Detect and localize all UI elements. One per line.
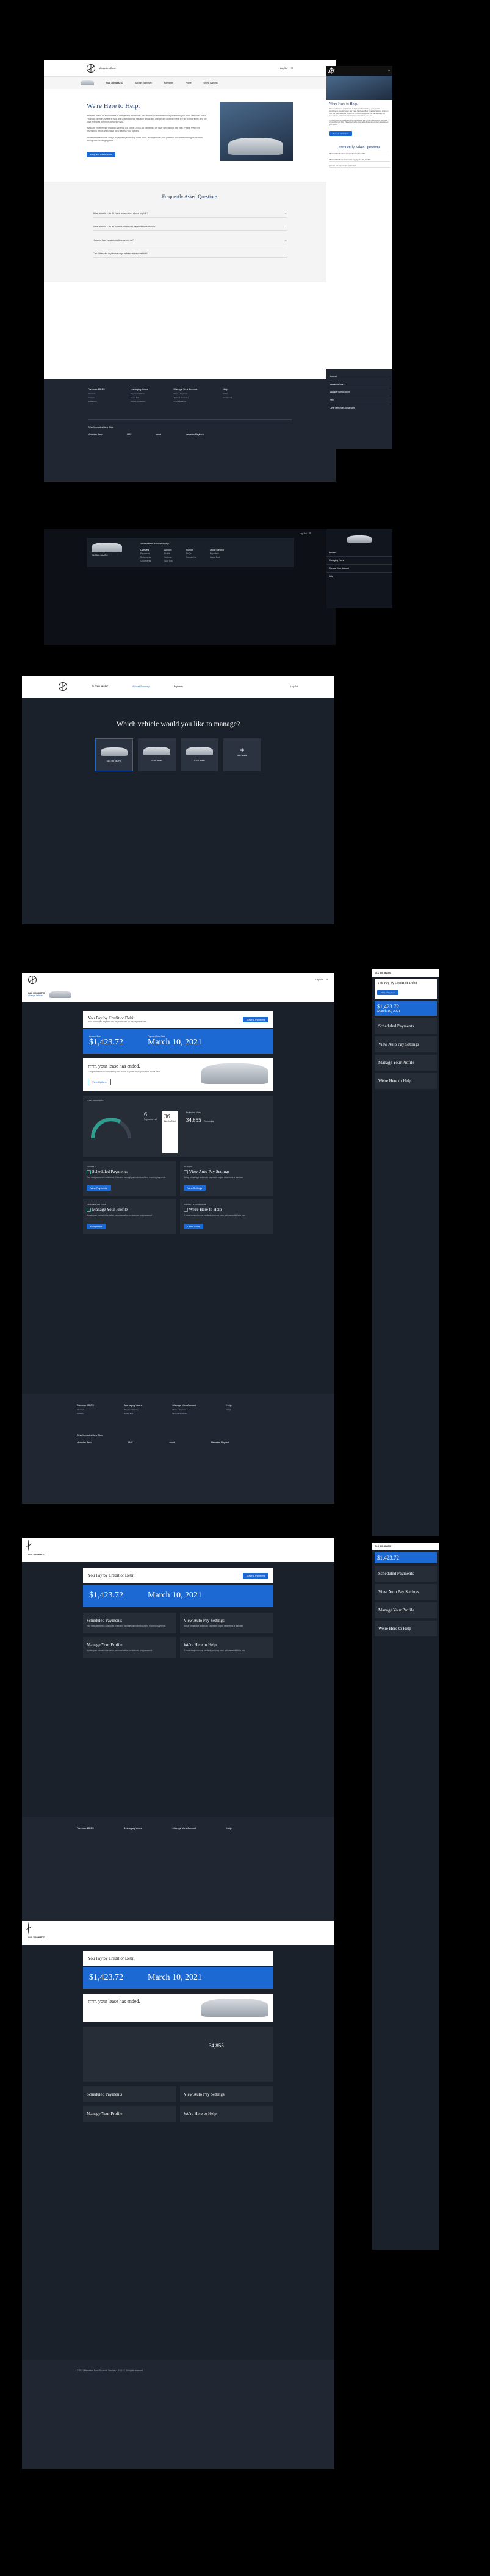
nav-online-banking[interactable]: Online Banking [203, 82, 217, 84]
dropdown-overlay-desktop: Log Out ☰ GLC 300 4MATIC Your Payment Is… [44, 529, 336, 645]
help-para-1: We know that in an environment of change… [87, 115, 207, 124]
request-assistance-button[interactable]: Request Assistance [87, 151, 116, 157]
help-title: We're Here to Help. [87, 102, 140, 110]
mercedes-star-icon[interactable] [329, 68, 334, 73]
help-page-desktop: Mercedes-Benz Log Out ☰ GLC 300 4MATIC A… [44, 60, 336, 482]
menu-icon[interactable]: ☰ [291, 67, 293, 70]
mercedes-star-icon[interactable] [28, 1922, 29, 1934]
dropdown-menu: GLC 300 4MATIC Your Payment Is Due in 9 … [87, 538, 294, 567]
chevron-down-icon: ⌄ [284, 238, 287, 241]
profile-card: Profile & Settings Manage Your Profile Up… [83, 1199, 176, 1234]
brand-link[interactable]: Mercedes-Maybach [186, 433, 204, 436]
progress-gauge [90, 1118, 131, 1139]
brand-link[interactable]: AMG [127, 433, 132, 436]
vehicle-card[interactable]: GLC 300 4MATIC [95, 738, 133, 771]
auto-pay-card: Auto Pay View Auto Pay Settings Set up or… [180, 1161, 273, 1196]
logout-link[interactable]: Log Out [280, 67, 287, 70]
dashboard-desktop-3: GLC 300 4MATIC You Pay by Credit or Debi… [22, 1921, 334, 2469]
menu-icon[interactable]: ☰ [326, 979, 328, 981]
vehicle-nav: GLC 300 4MATIC Account Summary Payments … [44, 77, 336, 89]
brand-name: Mercedes-Benz [99, 66, 117, 70]
add-vehicle-card[interactable]: + Add Vehicle [223, 738, 261, 771]
vehicle-select-page: GLC 300 4MATIC Account Summary Payments … [22, 676, 334, 924]
faq-title: Frequently Asked Questions [162, 194, 218, 199]
chevron-down-icon: ⌄ [284, 252, 287, 255]
brand-link[interactable]: smart [156, 433, 160, 436]
dropdown-overlay-mobile: Account Managing Yours Manage Your Accou… [326, 529, 392, 608]
help-hero: We're Here to Help. We know that in an e… [44, 89, 336, 167]
faq-item[interactable]: How do I set up automatic payments? ⌄ [93, 236, 287, 244]
plus-icon: + [240, 746, 245, 754]
user-icon [87, 1208, 91, 1213]
faq-section: Frequently Asked Questions What should I… [44, 182, 336, 282]
nav-payments[interactable]: Payments [164, 82, 173, 84]
faq-item[interactable]: Can I transfer my lease or purchase a ne… [93, 249, 287, 258]
amount-card: Amount Due $1,423.72 Payment Due Date Marc… [83, 1029, 273, 1054]
menu-icon[interactable]: ☰ [388, 70, 390, 72]
brand-link[interactable]: Mercedes-Benz [88, 433, 103, 436]
make-payment-button[interactable]: Make a Payment [242, 1016, 268, 1022]
vehicle-thumb [81, 80, 94, 85]
mercedes-star-icon[interactable] [59, 682, 67, 691]
lease-progress-card: Lease Progress 6 Payments Left 36 Months T… [83, 1096, 273, 1157]
help-card: Contact & Assistance We're Here to Help I… [180, 1199, 273, 1234]
request-assistance-button[interactable]: Request Assistance [329, 131, 353, 137]
help-page-mobile: ☰ We're Here to Help. We know that in an… [326, 66, 392, 449]
dashboard-desktop-1: Log Out ☰ GLC 300 4MATIC Change Vehicle … [22, 973, 334, 1504]
chevron-down-icon: ⌄ [284, 225, 287, 228]
nav-account-summary[interactable]: Account Summary [135, 82, 152, 84]
dashboard-mobile-2: GLC 300 4MATIC $1,423.72 Scheduled Payme… [372, 1543, 439, 2250]
footer: Discover MBFS About Us Careers Managing Yo… [22, 1394, 334, 1504]
calendar-icon [87, 1169, 91, 1174]
vehicle-select-title: Which vehicle would you like to manage? [116, 719, 240, 728]
scheduled-payments-card: Payments Scheduled Payments Your next pay… [83, 1161, 176, 1196]
vehicle-card[interactable]: C 300 Sedan [138, 738, 176, 771]
dashboard-mobile-1: GLC 300 4MATIC You Pay by Credit or Debi… [372, 969, 439, 1536]
help-hero-image [220, 102, 293, 161]
mercedes-star-icon[interactable] [28, 1540, 29, 1551]
pay-card: You Pay by Credit or Debit Your schedule… [83, 1011, 273, 1028]
top-nav: Mercedes-Benz Log Out ☰ [44, 60, 336, 77]
help-para-3: Please be advised that delays in payment… [87, 136, 203, 142]
help-icon [184, 1208, 188, 1213]
nav-profile[interactable]: Profile [186, 82, 192, 84]
footer: Discover MBFS About Us Careers Newsroom Man… [44, 379, 336, 482]
menu-icon[interactable]: ☰ [309, 532, 311, 535]
help-para-2: If you are experiencing financial hardsh… [87, 127, 201, 133]
mercedes-star-icon[interactable] [28, 976, 37, 984]
mercedes-star-icon[interactable] [87, 63, 95, 73]
dashboard-desktop-2: GLC 300 4MATIC You Pay by Credit or Debi… [22, 1538, 334, 1921]
help-title: We're Here to Help. [329, 102, 358, 106]
autopay-icon [184, 1169, 188, 1174]
lease-ended-card: rrrrr, your lease has ended. Congratulat… [83, 1058, 273, 1091]
faq-item[interactable]: What should I do if I have a question ab… [93, 209, 287, 218]
faq-item[interactable]: What should I do if I cannot make my pay… [93, 223, 287, 231]
other-sites-label: Other Mercedes-Benz Sites [88, 426, 113, 429]
chevron-down-icon: ⌄ [284, 212, 287, 215]
vehicle-model[interactable]: GLC 300 4MATIC [106, 82, 123, 84]
vehicle-card[interactable]: E 350 Sedan [181, 738, 218, 771]
